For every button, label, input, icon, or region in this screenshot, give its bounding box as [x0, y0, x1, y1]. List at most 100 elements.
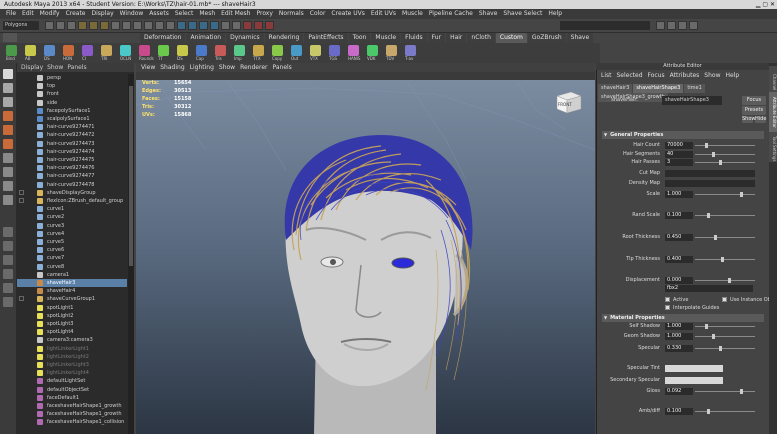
attribute-value-field[interactable]: 1.000: [665, 333, 693, 340]
menu-window[interactable]: Window: [120, 10, 144, 17]
ae-menu-attributes[interactable]: Attributes: [670, 72, 700, 79]
outliner-item[interactable]: spotLight1: [17, 304, 127, 312]
snap-point-icon[interactable]: [199, 21, 208, 30]
outliner-item[interactable]: curve3: [17, 222, 127, 230]
menu-create-uvs[interactable]: Create UVs: [331, 10, 364, 17]
attribute-map-field[interactable]: [665, 170, 755, 177]
menu-display[interactable]: Display: [92, 10, 114, 17]
ae-menu-help[interactable]: Help: [725, 72, 739, 79]
slider-handle[interactable]: [719, 160, 722, 165]
side-tab-tool-settings[interactable]: Tool Settings: [769, 136, 777, 162]
outliner-menu-display[interactable]: Display: [21, 64, 43, 71]
menu-shave-select[interactable]: Shave Select: [503, 10, 542, 17]
outliner-item[interactable]: defaultObjectSet: [17, 386, 127, 394]
outliner-item[interactable]: facepolySurface1: [17, 107, 127, 115]
slider-handle[interactable]: [714, 235, 717, 240]
shelf-menu-icon[interactable]: [3, 33, 17, 42]
outliner-item[interactable]: front: [17, 90, 127, 98]
panel-toggle-icon[interactable]: [689, 21, 698, 30]
outliner-item-selected[interactable]: shaveHair3: [17, 279, 127, 288]
mask-icon[interactable]: [166, 21, 175, 30]
outliner-item[interactable]: spotLight3: [17, 320, 127, 328]
slider-handle[interactable]: [712, 152, 715, 157]
viewport-menu-panels[interactable]: Panels: [272, 64, 291, 71]
outliner-item[interactable]: hair-curve9274473: [17, 140, 127, 148]
mask-icon[interactable]: [111, 21, 120, 30]
attribute-slider[interactable]: [695, 237, 755, 238]
presets-button[interactable]: Presets: [742, 106, 766, 115]
layout-graph-icon[interactable]: [3, 283, 13, 293]
menu-mesh[interactable]: Mesh: [199, 10, 215, 17]
shelf-tab-deformation[interactable]: Deformation: [140, 33, 186, 43]
snap-plane-icon[interactable]: [210, 21, 219, 30]
menu-set-dropdown[interactable]: Polygons: [3, 21, 39, 30]
general-properties-header[interactable]: General Properties: [602, 131, 764, 139]
menu-proxy[interactable]: Proxy: [256, 10, 272, 17]
panel-toggle-icon[interactable]: [656, 21, 665, 30]
mask-icon[interactable]: [133, 21, 142, 30]
layout-hypershade-icon[interactable]: [3, 297, 13, 307]
side-tab-attribute-editor[interactable]: Attribute Editor: [769, 92, 777, 132]
viewport-menu-show[interactable]: Show: [219, 64, 235, 71]
render-icon[interactable]: [243, 21, 252, 30]
shelf-tab-toon[interactable]: Toon: [348, 33, 371, 43]
shelf-button-icon[interactable]: [120, 45, 131, 56]
slider-handle[interactable]: [740, 192, 743, 197]
shelf-tab-muscle[interactable]: Muscle: [371, 33, 401, 43]
attribute-slider[interactable]: [695, 348, 755, 349]
status-line-icons[interactable]: [44, 19, 275, 32]
ipr-render-icon[interactable]: [254, 21, 263, 30]
outliner-item[interactable]: curve4: [17, 230, 127, 238]
scroll-thumb[interactable]: [129, 86, 133, 266]
outliner-item[interactable]: curve2: [17, 213, 127, 221]
shelf-button-icon[interactable]: [310, 45, 321, 56]
attribute-slider[interactable]: [695, 215, 755, 216]
menu-shave[interactable]: Shave: [479, 10, 498, 17]
outliner-item[interactable]: lightLinkerLight3: [17, 361, 127, 369]
menu-create[interactable]: Create: [66, 10, 86, 17]
slider-handle[interactable]: [721, 257, 724, 262]
outliner-item[interactable]: hair-curve9274476: [17, 164, 127, 172]
layout-two-icon[interactable]: [3, 255, 13, 265]
outliner-item[interactable]: lightLinkerLight2: [17, 353, 127, 361]
ae-tab-shavehairshape3[interactable]: shaveHairShape3: [633, 84, 684, 93]
attribute-slider[interactable]: [695, 280, 755, 281]
slider-handle[interactable]: [712, 334, 715, 339]
material-properties-header[interactable]: Material Properties: [602, 314, 764, 322]
shelf-button-icon[interactable]: [234, 45, 245, 56]
shelf-button-icon[interactable]: [367, 45, 378, 56]
shelf-tab-hair[interactable]: Hair: [446, 33, 467, 43]
outliner-item[interactable]: spotLight4: [17, 328, 127, 336]
shelf-tab-dynamics[interactable]: Dynamics: [226, 33, 264, 43]
quick-select-field[interactable]: [560, 21, 650, 30]
lasso-tool-icon[interactable]: [3, 83, 13, 93]
attribute-value-field[interactable]: 0.330: [665, 345, 693, 352]
outliner-menu-panels[interactable]: Panels: [67, 64, 86, 71]
outliner-item[interactable]: camera3:camera3: [17, 336, 127, 344]
window-controls[interactable]: ▁ ▢ ✕: [756, 0, 775, 9]
attribute-slider[interactable]: [695, 162, 755, 163]
show-manipulator-icon[interactable]: [3, 181, 13, 191]
shelf-button-icon[interactable]: [386, 45, 397, 56]
ae-menu-selected[interactable]: Selected: [617, 72, 643, 79]
scale-tool-icon[interactable]: [3, 139, 13, 149]
attribute-slider[interactable]: [695, 259, 755, 260]
node-name-field[interactable]: shaveHairShape3: [662, 96, 722, 105]
outliner-item[interactable]: shaveCurveGroup1: [17, 295, 127, 303]
viewport-3d[interactable]: [136, 80, 595, 434]
shelf-button-icon[interactable]: [177, 45, 188, 56]
expand-icon[interactable]: [19, 198, 24, 203]
menu-help[interactable]: Help: [548, 10, 562, 17]
attribute-value-field[interactable]: 40: [665, 151, 693, 158]
snap-grid-icon[interactable]: [177, 21, 186, 30]
slider-handle[interactable]: [705, 143, 708, 148]
outliner-scrollbar[interactable]: [128, 74, 134, 434]
outliner-item[interactable]: camera1: [17, 271, 127, 279]
shelf-button-icon[interactable]: [139, 45, 150, 56]
select-tool-icon[interactable]: [3, 69, 13, 79]
snap-curve-icon[interactable]: [188, 21, 197, 30]
shelf-button-icon[interactable]: [101, 45, 112, 56]
panel-toggle-icon[interactable]: [667, 21, 676, 30]
outliner-item[interactable]: flexIcon:ZBrush_default_group: [17, 197, 127, 205]
outliner-item[interactable]: shaveDisplayGroup: [17, 189, 127, 197]
